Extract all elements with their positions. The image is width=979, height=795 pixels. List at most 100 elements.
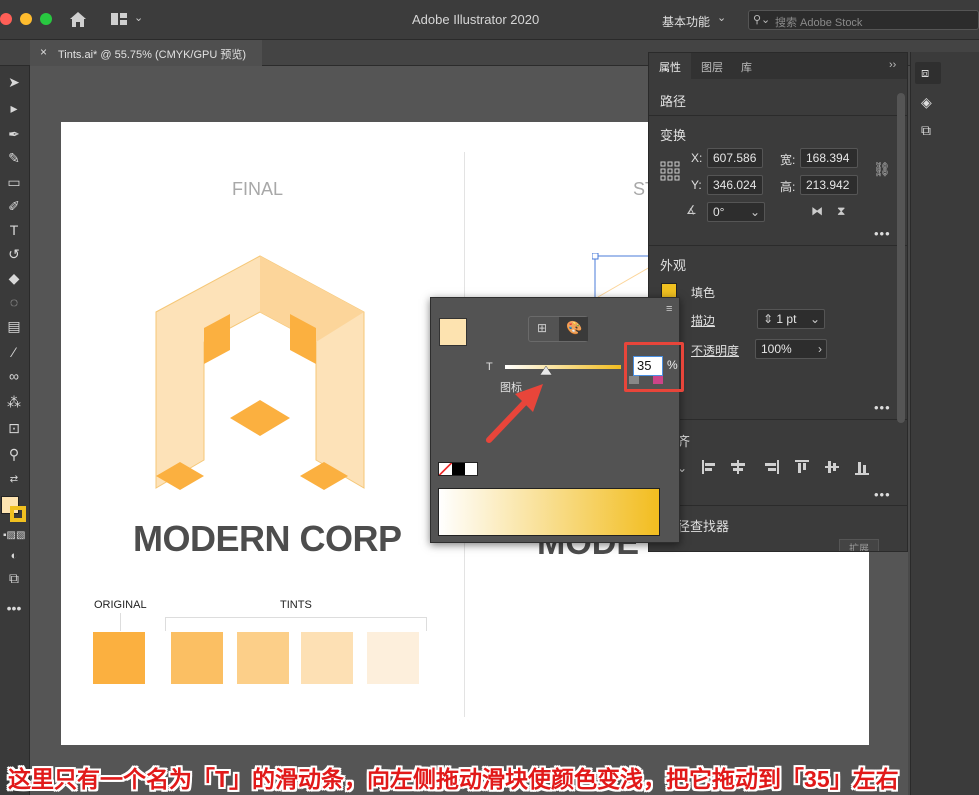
artboard-tool-icon[interactable]: ⊡	[3, 418, 25, 438]
draw-mode-icon[interactable]: ◐	[3, 546, 25, 566]
rotate-tool-icon[interactable]: ↺	[3, 244, 25, 264]
web-safe-icon[interactable]	[653, 376, 663, 384]
collapse-panel-button[interactable]: ››	[889, 59, 896, 71]
tint-slider-track[interactable]	[505, 365, 621, 369]
zoom-window-button[interactable]	[40, 13, 52, 25]
original-swatch[interactable]	[93, 632, 145, 684]
document-tab[interactable]: × Tints.ai* @ 55.75% (CMYK/GPU 预览)	[30, 40, 262, 66]
tint-swatch[interactable]	[237, 632, 289, 684]
section-appearance: 外观	[660, 258, 687, 273]
chevron-down-icon[interactable]: ⌄	[810, 310, 820, 328]
selection-bounding-box[interactable]	[592, 253, 652, 303]
opacity-field[interactable]: 100% ›	[755, 339, 827, 359]
symbol-sprayer-tool-icon[interactable]: ⁂	[3, 392, 25, 412]
tint-ramp[interactable]	[438, 488, 660, 536]
tint-slider-label: T	[486, 361, 493, 373]
tint-value-input[interactable]: 35	[633, 356, 663, 376]
width-field[interactable]: 168.394	[800, 148, 858, 168]
paintbrush-tool-icon[interactable]: ✐	[3, 196, 25, 216]
panel-mode-toggle: ⊞ 🎨	[528, 316, 588, 342]
pen-tool-icon[interactable]: ✒	[3, 124, 25, 144]
flip-horizontal-icon[interactable]: ⧓	[811, 204, 823, 218]
none-swatch[interactable]	[439, 463, 452, 475]
stroke-swatch[interactable]	[10, 506, 26, 522]
color-mode-icon[interactable]: ▪▨▧	[3, 526, 25, 546]
stroke-weight-field[interactable]: ⇕ 1 pt ⌄	[757, 309, 825, 329]
current-fill-swatch[interactable]	[439, 318, 467, 346]
curvature-tool-icon[interactable]: ✎	[3, 148, 25, 168]
chevron-right-icon[interactable]: ›	[818, 340, 822, 358]
x-field[interactable]: 607.586	[707, 148, 763, 168]
quick-swatches[interactable]	[438, 462, 478, 476]
close-tab-button[interactable]: ×	[40, 45, 47, 59]
red-arrow-annotation	[486, 384, 543, 443]
section-path: 路径	[660, 94, 687, 109]
chevron-down-icon[interactable]: ⌄	[750, 203, 760, 221]
tint-swatch[interactable]	[171, 632, 223, 684]
panel-menu-icon[interactable]: ≡	[666, 303, 672, 315]
workspace-switcher[interactable]: 基本功能	[662, 13, 710, 30]
stock-search-field[interactable]: ⚲⌄ 搜索 Adobe Stock	[748, 10, 979, 30]
rectangle-tool-icon[interactable]: ▭	[3, 172, 25, 192]
libraries-panel-icon[interactable]: ⧉	[921, 122, 931, 139]
eyedropper-tool-icon[interactable]: ⁄	[3, 342, 25, 362]
tab-libraries[interactable]: 库	[741, 59, 752, 75]
height-label: 高:	[780, 180, 796, 194]
tint-swatch[interactable]	[367, 632, 419, 684]
home-icon[interactable]	[68, 10, 88, 28]
align-buttons[interactable]	[699, 458, 879, 478]
chevron-down-icon[interactable]: ⌄	[717, 11, 726, 24]
close-window-button[interactable]	[0, 13, 12, 25]
white-swatch[interactable]	[465, 463, 477, 475]
stroke-label[interactable]: 描边	[691, 312, 715, 329]
stepper-icon[interactable]: ⇕	[763, 312, 776, 326]
height-field[interactable]: 213.942	[800, 175, 858, 195]
tints-bracket	[165, 617, 427, 631]
properties-panel-icon[interactable]: ⧈	[915, 62, 941, 84]
title-bar: ⌄ Adobe Illustrator 2020 基本功能 ⌄ ⚲⌄ 搜索 Ad…	[0, 0, 979, 40]
direct-selection-tool-icon[interactable]: ▸	[3, 98, 25, 118]
layers-panel-icon[interactable]: ◈	[921, 94, 932, 111]
more-options-button[interactable]: •••	[874, 226, 891, 241]
expand-button[interactable]: 扩展	[839, 539, 879, 551]
company-name: MODERN CORP	[133, 518, 402, 559]
x-label: X:	[691, 151, 703, 165]
black-swatch[interactable]	[452, 463, 465, 475]
minimize-window-button[interactable]	[20, 13, 32, 25]
flip-vertical-icon[interactable]: ⧗	[837, 204, 845, 219]
screen-mode-icon[interactable]: ⧉	[3, 568, 25, 588]
y-field[interactable]: 346.024	[707, 175, 763, 195]
zoom-tool-icon[interactable]: ⚲	[3, 444, 25, 464]
tint-swatch[interactable]	[301, 632, 353, 684]
panel-scrollbar[interactable]	[897, 93, 905, 423]
type-tool-icon[interactable]: T	[3, 220, 25, 240]
opacity-label[interactable]: 不透明度	[691, 342, 739, 359]
gradient-tool-icon[interactable]: ▤	[3, 316, 25, 336]
more-options-button[interactable]: •••	[874, 487, 891, 502]
tab-properties[interactable]: 属性	[659, 59, 681, 75]
app-title: Adobe Illustrator 2020	[412, 12, 540, 27]
color-mixer-mode-icon[interactable]: 🎨	[559, 317, 588, 341]
chevron-down-icon[interactable]: ⌄	[134, 11, 143, 24]
rotate-angle-field[interactable]: 0° ⌄	[707, 202, 765, 222]
document-title: Tints.ai* @ 55.75% (CMYK/GPU 预览)	[58, 49, 247, 61]
selection-tool-icon[interactable]: ➤	[3, 72, 25, 92]
modern-corp-logo[interactable]	[150, 250, 370, 500]
reference-point-icon[interactable]	[660, 161, 680, 181]
lasso-tool-icon[interactable]: ◌	[3, 292, 25, 312]
divider	[649, 245, 907, 246]
more-tools-icon[interactable]: •••	[3, 598, 25, 618]
arrange-documents-icon[interactable]	[110, 11, 128, 27]
swap-fill-stroke-icon[interactable]: ⇄	[3, 470, 25, 490]
constrain-proportions-icon[interactable]: ⛓	[873, 161, 891, 178]
divider	[649, 505, 907, 506]
blend-tool-icon[interactable]: ∞	[3, 366, 25, 386]
eraser-tool-icon[interactable]: ◆	[3, 268, 25, 288]
rotate-angle-value: 0°	[713, 205, 725, 219]
tint-slider-handle[interactable]	[540, 366, 552, 376]
more-options-button[interactable]: •••	[874, 400, 891, 415]
tab-layers[interactable]: 图层	[701, 59, 723, 75]
swatches-mode-icon[interactable]: ⊞	[529, 317, 559, 341]
out-of-gamut-icon[interactable]	[629, 376, 639, 384]
bracket-line	[120, 613, 121, 631]
